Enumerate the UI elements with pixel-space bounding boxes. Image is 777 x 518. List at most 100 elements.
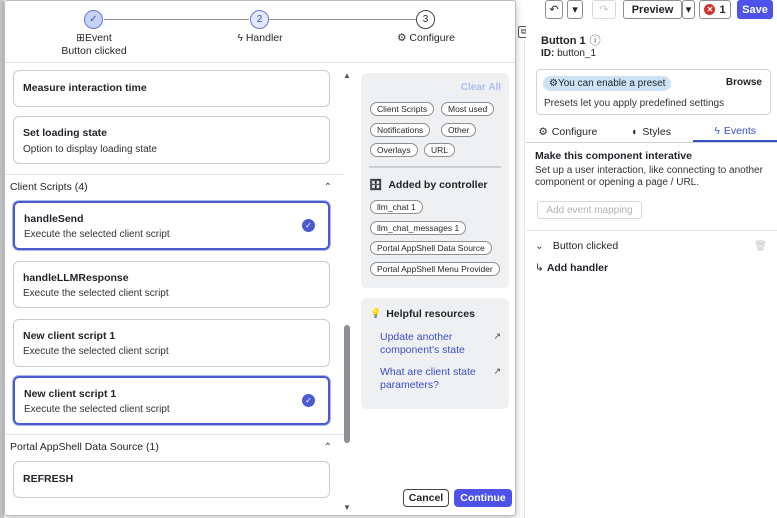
preset-description: Presets let you apply predefined setting… [544,98,725,109]
step-1-sublabel: Button clicked [61,45,127,57]
section-title: Client Scripts (4) [10,181,88,193]
tab-events-label: Events [723,124,757,137]
card-title: Measure interaction time [23,82,147,94]
info-icon[interactable]: ⓘ [590,35,601,47]
database-icon: 🗄 [369,179,383,191]
filter-chip[interactable]: Other [441,123,477,137]
card-title: handleLLMResponse [23,272,129,284]
help-link-client-state-parameters[interactable]: What are client state parameters? [380,366,490,392]
helpful-resources-panel: 💡 Helpful resources Update another compo… [361,298,509,409]
preview-label: Preview [631,3,674,16]
add-handler-button[interactable]: ↳ Add handler [535,262,608,274]
tab-events[interactable]: ϟ Events [693,121,777,142]
redo-button[interactable]: ↷ [592,0,616,19]
controller-chip[interactable]: llm_chat_messages 1 [370,221,467,235]
continue-button[interactable]: Continue [454,489,512,507]
palette-icon: ◐ [632,125,639,138]
controller-chip[interactable]: Portal AppShell Menu Provider [370,262,500,276]
component-title: Button 1 [541,35,586,47]
section-divider [5,174,345,175]
filter-chip[interactable]: Notifications [370,123,431,137]
handler-card-handlellmresponse[interactable]: handleLLMResponse Execute the selected c… [13,261,330,308]
filter-chip[interactable]: Client Scripts [370,102,435,116]
chevron-up-icon[interactable]: ⌃ [324,442,332,453]
scroll-up-icon[interactable]: ▲ [343,71,351,80]
filter-chip[interactable]: Most used [441,102,495,116]
chevron-down-icon: ▾ [685,4,692,16]
chevron-down-icon: ▾ [572,4,578,16]
scrollbar-thumb[interactable] [344,325,350,443]
help-title-text: Helpful resources [386,308,475,320]
error-count: 1 [719,3,726,16]
lightbulb-icon: 💡 [370,308,382,318]
card-description: Option to display loading state [23,144,157,155]
scroll-down-icon[interactable]: ▼ [343,503,351,512]
tab-styles[interactable]: ◐ Styles [610,121,694,142]
tab-configure[interactable]: ⚙ Configure [526,121,610,142]
clear-all-button[interactable]: Clear All [461,82,501,93]
undo-menu-button[interactable]: ▾ [567,0,583,19]
chevron-up-icon[interactable]: ⌃ [324,182,332,193]
preview-button[interactable]: Preview [623,0,682,19]
preset-chip-label: You can enable a preset [557,78,666,89]
save-button[interactable]: Save [737,0,773,19]
handler-card-handlesend[interactable]: handleSend Execute the selected client s… [13,201,330,250]
add-handler-label: Add handler [546,262,609,274]
undo-button[interactable]: ↶ [545,0,563,19]
help-link-update-state[interactable]: Update another component's state [380,331,490,357]
event-row-button-clicked[interactable]: ⌄ Button clicked 🗑 [535,239,767,253]
step-1-check-icon[interactable]: ✓ [84,10,103,29]
return-arrow-icon: ↳ [535,262,544,274]
card-title: REFRESH [23,473,74,485]
filter-chip[interactable]: Overlays [370,143,418,157]
preview-menu-button[interactable]: ▾ [682,0,695,19]
card-description: Execute the selected client script [23,288,169,299]
handler-card-refresh[interactable]: REFRESH [13,461,330,498]
section-divider [5,434,345,435]
handler-card-new-client-script-selected[interactable]: New client script 1 Execute the selected… [13,376,330,425]
id-label: ID: [541,48,555,59]
filter-panel: Clear All Client Scripts Most used Notif… [361,73,509,288]
scrollbar[interactable]: ▲ ▼ [342,71,351,513]
preset-icon: ⚙ [549,78,558,89]
panel-divider [524,40,525,518]
step-connector [104,19,249,20]
card-title: Set loading state [23,127,108,139]
filter-divider [369,166,501,168]
events-description: Set up a user interaction, like connecti… [535,165,763,188]
help-title: 💡 Helpful resources [370,308,475,320]
controller-chip[interactable]: llm_chat 1 [370,200,423,214]
handler-card-new-client-script[interactable]: New client script 1 Execute the selected… [13,319,330,367]
filter-chip[interactable]: URL [424,143,456,157]
id-value: button_1 [557,48,597,59]
error-count-button[interactable]: ✕ 1 [699,0,731,19]
section-data-source[interactable]: Portal AppShell Data Source (1) ⌃ [10,438,332,456]
component-title-row: Button 1 ⓘ [541,32,601,48]
external-link-icon[interactable]: ↗ [493,331,501,342]
undo-icon: ↶ [549,4,559,16]
step-3-number[interactable]: 3 [416,10,435,29]
inspector-panel: Button 1 ⓘ ID: button_1 ⚙You can enable a… [526,22,777,518]
bolt-icon: ϟ [237,32,243,44]
handler-card-set-loading-state[interactable]: Set loading state Option to display load… [13,116,330,164]
trash-icon[interactable]: 🗑 [754,241,767,252]
cancel-button[interactable]: Cancel [403,489,449,507]
browse-presets-button[interactable]: Browse [726,77,762,88]
external-link-icon[interactable]: ↗ [493,366,501,377]
section-client-scripts[interactable]: Client Scripts (4) ⌃ [10,178,332,196]
controller-chip[interactable]: Portal AppShell Data Source [370,241,492,255]
step-connector [269,19,416,20]
gear-icon: ⚙ [538,125,548,138]
card-title: handleSend [24,213,84,225]
events-divider [526,230,777,231]
add-event-mapping-button[interactable]: Add event mapping [537,201,642,219]
events-title: Make this component interative [535,150,692,162]
tab-configure-label: Configure [551,125,598,138]
handler-card-measure-interaction-time[interactable]: Measure interaction time [13,70,330,107]
chevron-down-icon[interactable]: ⌄ [535,240,544,252]
card-description: Execute the selected client script [23,346,169,357]
step-2-number[interactable]: 2 [250,10,269,29]
top-toolbar: ↶ ▾ ↷ Preview ▾ ✕ 1 Save [516,0,777,22]
card-description: Execute the selected client script [24,404,170,415]
step-3-label: ⚙ Configure [386,32,466,44]
